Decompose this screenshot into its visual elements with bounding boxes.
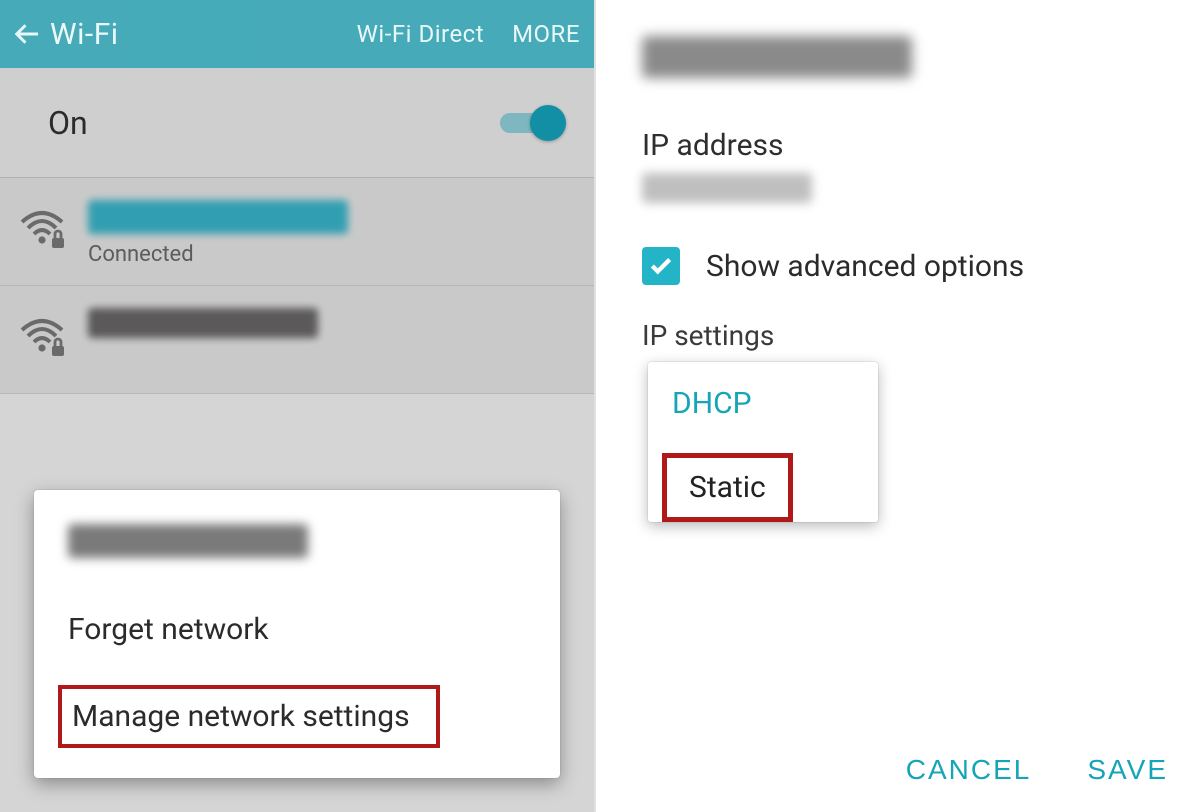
dialog-network-name-redacted xyxy=(642,36,912,78)
network-list: Connected xyxy=(0,178,594,394)
ip-settings-label: IP settings xyxy=(642,319,1182,352)
ip-option-static[interactable]: Static xyxy=(662,453,864,522)
network-name-redacted xyxy=(88,308,318,338)
manage-network-settings-option[interactable]: Manage network settings xyxy=(58,685,536,748)
wifi-toggle-row[interactable]: On xyxy=(0,68,594,178)
network-context-popup: Forget network Manage network settings xyxy=(34,490,560,778)
ip-address-value-redacted xyxy=(642,173,812,203)
popup-network-name-redacted xyxy=(68,524,308,558)
arrow-left-icon xyxy=(13,19,43,49)
wifi-toggle-label: On xyxy=(48,104,88,142)
header-title: Wi-Fi xyxy=(50,17,119,52)
manage-network-dialog: IP address Show advanced options IP sett… xyxy=(596,0,1202,812)
more-button[interactable]: MORE xyxy=(512,20,580,48)
cancel-button[interactable]: CANCEL xyxy=(906,754,1032,786)
network-status: Connected xyxy=(88,242,576,267)
manage-network-settings-label: Manage network settings xyxy=(72,699,410,734)
show-advanced-row[interactable]: Show advanced options xyxy=(642,247,1182,285)
wifi-direct-button[interactable]: Wi-Fi Direct xyxy=(357,20,484,48)
wifi-settings-screen: Wi-Fi Wi-Fi Direct MORE On xyxy=(0,0,596,812)
show-advanced-label: Show advanced options xyxy=(706,249,1024,284)
check-icon xyxy=(648,253,674,279)
wifi-header: Wi-Fi Wi-Fi Direct MORE xyxy=(0,0,594,68)
network-item[interactable] xyxy=(0,286,594,394)
back-button[interactable] xyxy=(6,12,50,56)
network-item-connected[interactable]: Connected xyxy=(0,178,594,286)
ip-settings-dropdown: DHCP Static xyxy=(648,362,878,522)
show-advanced-checkbox[interactable] xyxy=(642,247,680,285)
wifi-toggle-switch[interactable] xyxy=(500,105,566,141)
ip-address-label: IP address xyxy=(642,128,1182,163)
ip-option-dhcp[interactable]: DHCP xyxy=(648,362,878,445)
save-button[interactable]: SAVE xyxy=(1087,754,1168,786)
network-name-redacted xyxy=(88,200,348,234)
wifi-locked-icon xyxy=(18,206,66,254)
forget-network-option[interactable]: Forget network xyxy=(34,594,560,665)
wifi-locked-icon xyxy=(18,314,66,362)
